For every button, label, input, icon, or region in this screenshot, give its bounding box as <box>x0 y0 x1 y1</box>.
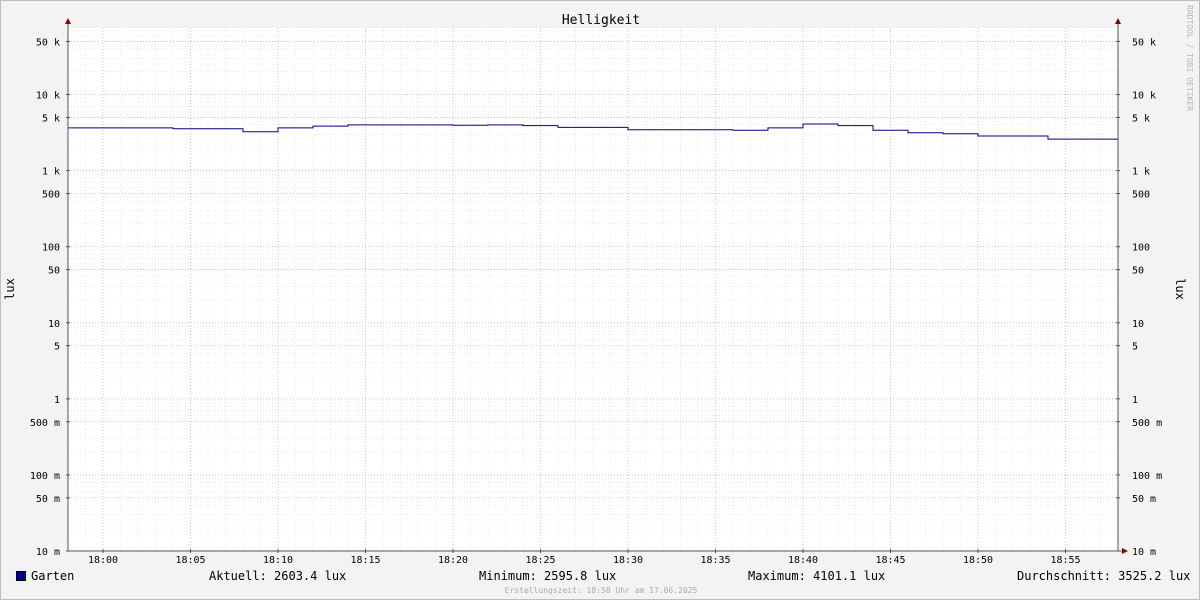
y-tick-label-right: 5 k <box>1132 113 1150 124</box>
chart-title: Helligkeit <box>562 13 640 28</box>
x-tick-labels: 18:00 18:05 18:10 18:15 18:20 18:25 18:30 18:35… <box>88 555 1081 566</box>
y-tick-label-right: 50 m <box>1132 494 1156 505</box>
y-tick-label-left: 1 <box>54 395 60 406</box>
minor-grid <box>67 28 1119 552</box>
legend: Garten Aktuell: 2603.4 lux Minimum: 2595… <box>1 567 1199 585</box>
chart-frame: 50 k 10 k 5 k 1 k 500 100 50 10 5 1 500 m 100 m 50 m… <box>0 0 1200 600</box>
footnote: Erstellungszeit: 18:58 Uhr am 17.06.2025 <box>504 586 698 595</box>
watermark: RRDTOOL / TOBI OETIKER <box>1185 5 1194 111</box>
y-tick-label-right: 5 <box>1132 342 1138 353</box>
y-tick-label-right: 10 m <box>1132 547 1156 558</box>
x-tick-label: 18:20 <box>438 555 468 566</box>
y-tick-label-right: 50 <box>1132 266 1144 277</box>
y-tick-label-left: 10 m <box>36 547 60 558</box>
y-tick-label-left: 10 <box>48 319 60 330</box>
x-tick-label: 18:55 <box>1050 555 1080 566</box>
y-tick-label-right: 1 <box>1132 395 1138 406</box>
x-tick-label: 18:05 <box>175 555 205 566</box>
x-tick-label: 18:10 <box>263 555 293 566</box>
y-tick-label-right: 50 k <box>1132 37 1156 48</box>
y-tick-label-right: 500 m <box>1132 418 1162 429</box>
legend-maximum: Maximum: 4101.1 lux <box>748 569 886 583</box>
y-tick-label-left: 500 m <box>30 418 60 429</box>
x-tick-label: 18:30 <box>613 555 643 566</box>
chart-canvas: 50 k 10 k 5 k 1 k 500 100 50 10 5 1 500 m 100 m 50 m… <box>3 13 1187 566</box>
y-tick-label-right: 10 k <box>1132 91 1156 102</box>
y-tick-label-right: 10 <box>1132 319 1144 330</box>
legend-minimum: Minimum: 2595.8 lux <box>479 569 617 583</box>
y-tick-label-right: 1 k <box>1132 167 1150 178</box>
y-axis-label-left: lux <box>3 278 17 300</box>
y-tick-label-left: 50 k <box>36 37 60 48</box>
x-tick-label: 18:00 <box>88 555 118 566</box>
y-tick-label-right: 500 <box>1132 190 1150 201</box>
x-axis-arrow <box>1122 548 1128 554</box>
y-tick-label-right: 100 <box>1132 243 1150 254</box>
y-tick-label-left: 1 k <box>42 167 60 178</box>
x-tick-label: 18:35 <box>700 555 730 566</box>
y-tick-label-left: 100 <box>42 243 60 254</box>
y-tick-label-left: 5 k <box>42 113 60 124</box>
legend-swatch <box>16 571 26 581</box>
y-tick-label-left: 5 <box>54 342 60 353</box>
y-tick-label-left: 500 <box>42 190 60 201</box>
y-axis-label-right: lux <box>1173 278 1187 300</box>
x-tick-label: 18:25 <box>525 555 555 566</box>
y-tick-label-right: 100 m <box>1132 471 1162 482</box>
y-axis-arrow-right <box>1115 18 1121 24</box>
y-tick-labels-left: 50 k 10 k 5 k 1 k 500 100 50 10 5 1 500 m 100 m 50 m… <box>30 37 60 558</box>
y-tick-label-left: 10 k <box>36 91 60 102</box>
x-tick-label: 18:50 <box>963 555 993 566</box>
x-tick-label: 18:45 <box>875 555 905 566</box>
legend-current: Aktuell: 2603.4 lux <box>209 569 347 583</box>
x-tick-label: 18:15 <box>350 555 380 566</box>
y-axis-arrow-left <box>65 18 71 24</box>
y-tick-label-left: 50 <box>48 266 60 277</box>
legend-series-name: Garten <box>31 569 75 583</box>
y-tick-labels-right: 50 k 10 k 5 k 1 k 500 100 50 10 5 1 500 m 100 m 50 m… <box>1132 37 1162 558</box>
y-tick-label-left: 100 m <box>30 471 60 482</box>
x-tick-label: 18:40 <box>788 555 818 566</box>
legend-average: Durchschnitt: 3525.2 lux <box>1017 569 1191 583</box>
y-tick-label-left: 50 m <box>36 494 60 505</box>
